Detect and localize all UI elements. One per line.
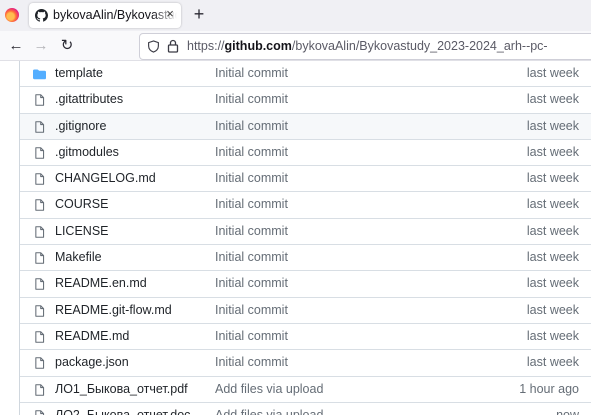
- file-row[interactable]: .gitignore Initial commit last week: [20, 113, 591, 140]
- file-name-link[interactable]: README.md: [55, 329, 129, 343]
- commit-time: last week: [526, 223, 579, 238]
- reload-button[interactable]: ↻: [57, 36, 77, 56]
- file-icon: [35, 252, 45, 264]
- file-icon: [35, 173, 45, 185]
- new-tab-button[interactable]: +: [190, 5, 208, 23]
- url-host: github.com: [224, 39, 292, 53]
- file-name-link[interactable]: .gitignore: [55, 119, 106, 133]
- file-icon: [35, 199, 45, 212]
- file-row[interactable]: LICENSE Initial commit last week: [20, 218, 591, 246]
- commit-message-link[interactable]: Add files via upload: [215, 408, 323, 415]
- commit-time: last week: [526, 355, 579, 370]
- address-bar[interactable]: https://github.com/bykovaAlin/Bykovastud…: [139, 33, 591, 60]
- file-row[interactable]: ЛО1_Быкова_отчет.pdf Add files via upload…: [20, 376, 591, 403]
- navigation-bar: ← → ↻ https://github.com/bykovaAlin/Byko…: [0, 31, 591, 61]
- commit-time: last week: [526, 276, 579, 291]
- tab-title: bykovaAlin/Bykovastudy_2023-2024_arh--pc…: [53, 8, 177, 22]
- file-icon: [35, 304, 45, 317]
- file-name-link[interactable]: README.git-flow.md: [55, 303, 172, 317]
- file-row[interactable]: CHANGELOG.md Initial commit last week: [20, 166, 591, 193]
- file-row[interactable]: .gitattributes Initial commit last week: [20, 87, 591, 114]
- tab-active[interactable]: bykovaAlin/Bykovastudy_2023-2024_arh--pc…: [29, 3, 181, 28]
- file-row[interactable]: README.en.md Initial commit last week: [20, 271, 591, 298]
- commit-message-link[interactable]: Initial commit: [215, 329, 288, 343]
- commit-message-link[interactable]: Initial commit: [215, 66, 288, 80]
- commit-message-link[interactable]: Initial commit: [215, 145, 288, 159]
- url-text[interactable]: https://github.com/bykovaAlin/Bykovastud…: [187, 39, 548, 53]
- file-name-link[interactable]: COURSE: [55, 197, 108, 211]
- lock-icon[interactable]: [167, 39, 179, 53]
- commit-time: 1 hour ago: [519, 381, 579, 396]
- commit-message-link[interactable]: Initial commit: [215, 197, 288, 211]
- file-icon: [35, 120, 45, 133]
- url-prefix: https://: [187, 39, 225, 53]
- file-row[interactable]: README.md Initial commit last week: [20, 323, 591, 351]
- file-name-link[interactable]: package.json: [55, 355, 129, 369]
- file-name-link[interactable]: template: [55, 66, 103, 80]
- commit-time: last week: [526, 302, 579, 317]
- tab-bar: bykovaAlin/Bykovastudy_2023-2024_arh--pc…: [0, 0, 591, 31]
- commit-time: last week: [526, 328, 579, 343]
- commit-message-link[interactable]: Initial commit: [215, 224, 288, 238]
- tab-close-icon[interactable]: ×: [163, 7, 177, 21]
- file-name-link[interactable]: README.en.md: [55, 276, 147, 290]
- back-button[interactable]: ←: [6, 36, 26, 56]
- file-icon: [35, 357, 45, 370]
- file-name-link[interactable]: CHANGELOG.md: [55, 171, 156, 185]
- github-icon: [35, 9, 48, 22]
- file-icon: [35, 410, 45, 415]
- browser-window: bykovaAlin/Bykovastudy_2023-2024_arh--pc…: [0, 0, 591, 415]
- file-name-link[interactable]: .gitattributes: [55, 92, 123, 106]
- commit-message-link[interactable]: Initial commit: [215, 355, 288, 369]
- file-row[interactable]: template Initial commit last week: [20, 61, 591, 88]
- commit-message-link[interactable]: Initial commit: [215, 303, 288, 317]
- commit-time: last week: [526, 118, 579, 133]
- file-icon: [35, 147, 45, 159]
- url-path: /bykovaAlin/Bykovastudy_2023-2024_arh--p…: [291, 39, 548, 53]
- commit-message-link[interactable]: Initial commit: [215, 119, 288, 133]
- commit-message-link[interactable]: Initial commit: [215, 92, 288, 106]
- file-row[interactable]: Makefile Initial commit last week: [20, 245, 591, 272]
- file-icon: [35, 225, 45, 238]
- file-icon: [35, 383, 45, 396]
- file-row[interactable]: ЛО2_Быкова_отчет.doc Add files via upload…: [20, 402, 591, 415]
- commit-time: last week: [526, 197, 579, 212]
- forward-button[interactable]: →: [31, 36, 51, 56]
- file-icon: [35, 331, 45, 343]
- commit-time: last week: [526, 250, 579, 265]
- file-row[interactable]: COURSE Initial commit last week: [20, 192, 591, 219]
- file-icon: [35, 94, 45, 107]
- file-name-link[interactable]: .gitmodules: [55, 145, 119, 159]
- file-name-link[interactable]: LICENSE: [55, 224, 109, 238]
- commit-message-link[interactable]: Initial commit: [215, 250, 288, 264]
- file-name-link[interactable]: ЛО2_Быкова_отчет.doc: [55, 408, 190, 415]
- tracking-protection-shield-icon[interactable]: [147, 40, 160, 53]
- file-name-link[interactable]: Makefile: [55, 250, 102, 264]
- commit-time: last week: [526, 171, 579, 186]
- file-list: template Initial commit last week .gitattri…: [19, 61, 591, 415]
- file-name-link[interactable]: ЛО1_Быкова_отчет.pdf: [55, 382, 188, 396]
- commit-message-link[interactable]: Initial commit: [215, 171, 288, 185]
- commit-time: last week: [526, 92, 579, 107]
- commit-message-link[interactable]: Add files via upload: [215, 382, 323, 396]
- file-row[interactable]: package.json Initial commit last week: [20, 350, 591, 377]
- repository-content: template Initial commit last week .gitattri…: [0, 61, 591, 415]
- commit-time: now: [556, 407, 579, 415]
- commit-time: last week: [526, 144, 579, 159]
- folder-icon: [33, 69, 46, 80]
- file-row[interactable]: .gitmodules Initial commit last week: [20, 139, 591, 167]
- file-icon: [35, 278, 45, 291]
- commit-time: last week: [526, 66, 579, 80]
- firefox-logo-icon[interactable]: [5, 8, 19, 22]
- commit-message-link[interactable]: Initial commit: [215, 276, 288, 290]
- file-row[interactable]: README.git-flow.md Initial commit last wee…: [20, 297, 591, 324]
